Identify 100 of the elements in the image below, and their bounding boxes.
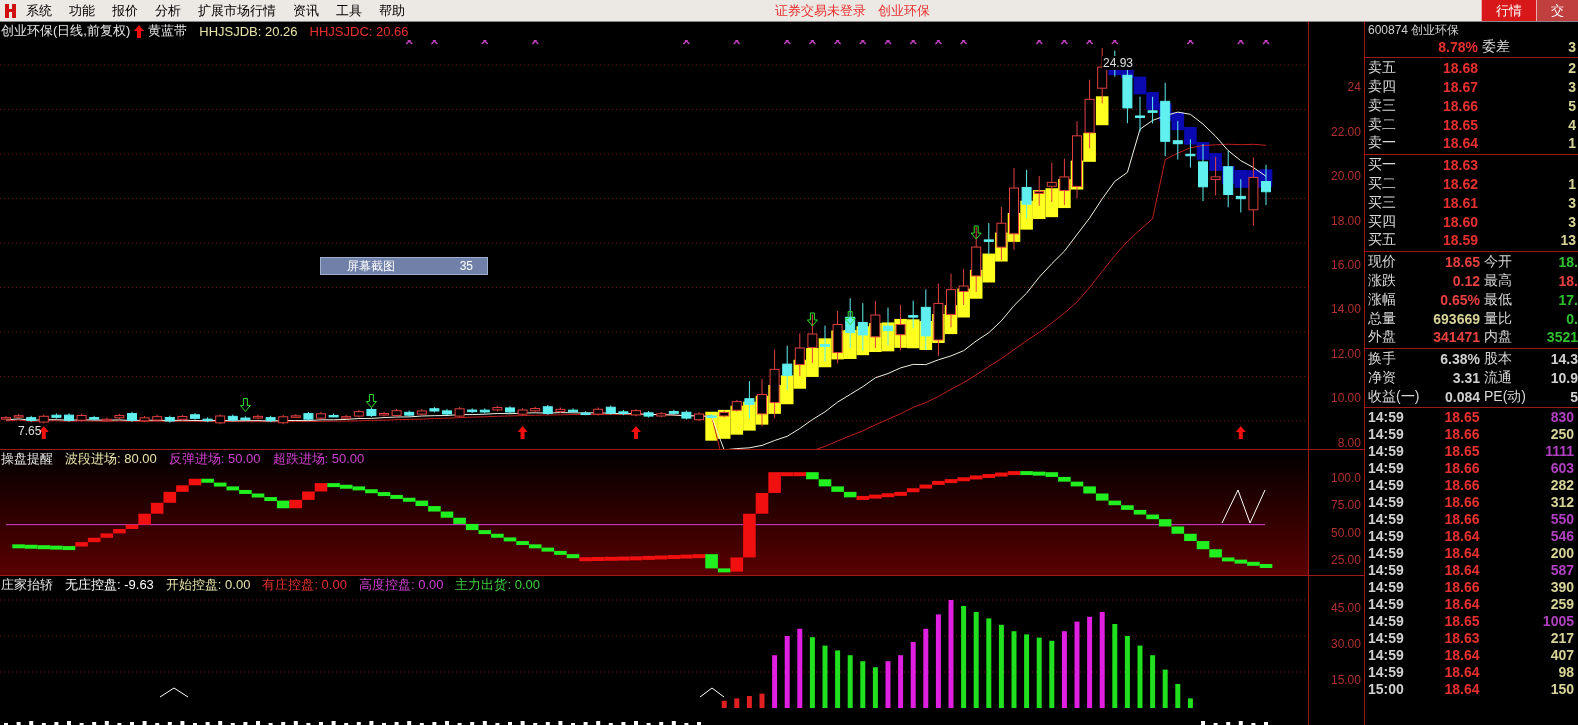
quote-value: 10.9 (1549, 369, 1578, 386)
indicator-reading: 主力出货: 0.00 (455, 576, 540, 594)
indicator-reading: 无庄控盘: -9.63 (65, 576, 154, 594)
axis-label: 20.00 (1331, 169, 1361, 184)
indicator-title: 操盘提醒 (1, 450, 53, 468)
trade-volume: 250 (1549, 425, 1574, 442)
quote-value: 17. (1557, 291, 1578, 308)
axis-label: 75.00 (1331, 498, 1361, 513)
trade-price: 18.65 (1443, 442, 1481, 459)
indicator-reading: 波段进场: 80.00 (65, 450, 157, 468)
trade-price: 18.64 (1443, 561, 1481, 578)
tab[interactable]: 行情 (1481, 0, 1536, 21)
trade-time: 15:00 (1368, 680, 1405, 697)
order-level: 买一 (1368, 156, 1397, 175)
order-level: 买五 (1368, 231, 1397, 250)
trade-volume: 830 (1549, 408, 1574, 425)
order-level: 卖二 (1368, 115, 1397, 134)
menu-item[interactable]: 工具 (336, 1, 362, 20)
menu-item[interactable]: 系统 (26, 1, 52, 20)
quote-label: 现价 (1368, 253, 1397, 272)
trade-price: 18.66 (1443, 578, 1481, 595)
trade-time: 14:59 (1368, 425, 1405, 442)
stock-code: 600874 创业环保 (1368, 21, 1460, 39)
order-volume: 1 (1567, 135, 1576, 152)
trade-volume: 390 (1549, 578, 1574, 595)
trade-volume: 312 (1549, 493, 1574, 510)
trade-price: 18.65 (1443, 612, 1481, 629)
indicator-reading: HHJSJDB: 20.26 (199, 23, 298, 39)
trade-time: 14:59 (1368, 561, 1405, 578)
trade-volume: 98 (1557, 663, 1574, 680)
axis-label: 15.00 (1331, 672, 1361, 687)
order-volume: 4 (1567, 116, 1576, 133)
quote-value: 3.31 (1451, 369, 1480, 386)
indicator-reading: 有庄控盘: 0.00 (262, 576, 347, 594)
indicator-name: 黄蓝带 (148, 22, 188, 40)
menu-item[interactable]: 帮助 (379, 1, 405, 20)
quote-label: 最低 (1483, 290, 1513, 309)
trade-time: 14:59 (1368, 646, 1405, 663)
order-price: 18.59 (1441, 232, 1478, 249)
menu-item[interactable]: 资讯 (293, 1, 319, 20)
quote-value: 341471 (1432, 329, 1480, 346)
quote-value: 0.084 (1443, 388, 1480, 405)
login-status: 证券交易未登录 (775, 1, 866, 20)
indicator-reading: 开始控盘: 0.00 (165, 576, 251, 594)
trade-time: 14:59 (1368, 578, 1405, 595)
quote-label: 收益(一) (1368, 387, 1421, 406)
axis-label: 30.00 (1331, 637, 1361, 651)
order-price: 18.61 (1441, 194, 1478, 211)
trade-time: 14:59 (1368, 476, 1405, 493)
axis-label: 22.00 (1331, 124, 1361, 139)
order-volume: 13 (1559, 232, 1576, 249)
trade-time: 14:59 (1368, 408, 1405, 425)
quote-label: 涨跌 (1368, 271, 1397, 290)
order-price: 18.64 (1441, 135, 1478, 152)
order-level: 买三 (1368, 193, 1397, 212)
trade-price: 18.66 (1443, 510, 1481, 527)
quote-label: 股本 (1483, 350, 1513, 369)
quote-label: 涨幅 (1368, 290, 1397, 309)
order-price: 18.66 (1441, 97, 1478, 114)
trade-volume: 200 (1549, 544, 1574, 561)
quote-value: 18.65 (1443, 254, 1480, 271)
trade-price: 18.64 (1443, 544, 1481, 561)
indicator-title: 庄家抬轿 (1, 576, 53, 594)
trade-volume: 546 (1549, 527, 1574, 544)
trade-time: 14:59 (1368, 612, 1405, 629)
order-level: 买四 (1368, 212, 1397, 231)
order-price: 18.60 (1441, 213, 1478, 230)
trade-price: 18.64 (1443, 595, 1481, 612)
menu-item[interactable]: 分析 (155, 1, 181, 20)
menu-item[interactable]: 扩展市场行情 (198, 1, 276, 20)
trade-volume: 587 (1549, 561, 1574, 578)
trade-price: 18.66 (1443, 459, 1481, 476)
order-ratio: 8.78% (1437, 39, 1478, 56)
quote-value: 0.65% (1439, 291, 1480, 308)
menu-item[interactable]: 功能 (69, 1, 95, 20)
quote-label: 量比 (1483, 309, 1513, 328)
tooltip-label: 屏幕截图 (347, 257, 395, 275)
trade-volume: 550 (1549, 510, 1574, 527)
low-price-label: 7.65 (18, 424, 42, 438)
trade-volume: 282 (1549, 476, 1574, 493)
quote-label: 总量 (1368, 309, 1397, 328)
quote-value: 14.3 (1549, 351, 1578, 368)
trade-time: 14:59 (1368, 544, 1405, 561)
order-level: 卖五 (1368, 59, 1397, 78)
trade-time: 14:59 (1368, 442, 1405, 459)
axis-label: 100.0 (1331, 471, 1361, 486)
chart-title: 创业环保(日线,前复权) (1, 22, 131, 40)
order-volume: 5 (1567, 97, 1576, 114)
quote-label: 最高 (1483, 271, 1513, 290)
order-level: 卖四 (1368, 78, 1397, 96)
trade-price: 18.64 (1443, 663, 1481, 680)
menu-item[interactable]: 报价 (112, 1, 138, 20)
trade-volume: 407 (1549, 646, 1574, 663)
order-level: 买二 (1368, 174, 1397, 193)
tab[interactable]: 交 (1536, 0, 1578, 21)
quote-value: 6.38% (1439, 351, 1480, 368)
quote-label: PE(动) (1483, 387, 1526, 406)
quote-value: 0. (1565, 310, 1578, 327)
indicator-reading: 高度控盘: 0.00 (358, 576, 444, 594)
quote-value: 18. (1557, 272, 1578, 289)
